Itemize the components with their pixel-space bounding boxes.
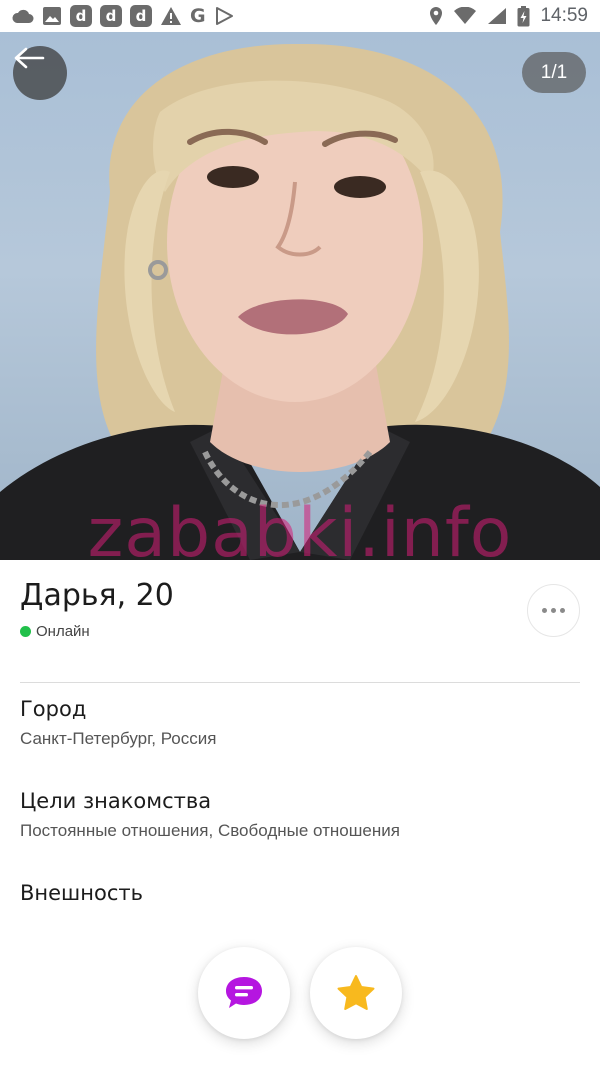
section-dating-goals: Цели знакомства Постоянные отношения, Св…	[20, 789, 580, 841]
section-city: Город Санкт-Петербург, Россия	[20, 697, 580, 749]
cloud-icon	[12, 5, 34, 27]
profile-header: Дарья, 20 Онлайн	[20, 578, 580, 640]
divider	[20, 682, 580, 683]
section-title: Цели знакомства	[20, 789, 212, 813]
section-title: Город	[20, 697, 87, 721]
d-app-icon: d	[100, 5, 122, 27]
profile-photo-illustration	[0, 43, 600, 560]
back-button[interactable]	[13, 46, 67, 100]
online-status: Онлайн	[20, 623, 580, 640]
photo-counter: 1/1	[522, 52, 586, 93]
section-value: Санкт-Петербург, Россия	[20, 729, 217, 748]
status-bar: d d d G 14:59	[0, 0, 600, 32]
warning-icon	[160, 5, 182, 27]
more-dots-icon	[542, 608, 565, 613]
wifi-icon	[453, 5, 477, 27]
more-options-button[interactable]	[527, 584, 580, 637]
message-button[interactable]	[198, 947, 290, 1039]
online-status-label: Онлайн	[36, 623, 90, 640]
profile-name: Дарья, 20	[20, 578, 174, 613]
d-app-icon: d	[130, 5, 152, 27]
clock: 14:59	[540, 5, 588, 26]
online-dot-icon	[20, 626, 31, 637]
image-icon	[42, 5, 62, 27]
chat-bubble-icon	[226, 977, 262, 1008]
d-app-icon: d	[70, 5, 92, 27]
section-value: Постоянные отношения, Свободные отношени…	[20, 821, 400, 840]
profile-photo[interactable]: 1/1 zababki.info	[0, 32, 600, 560]
section-title: Внешность	[20, 881, 144, 905]
profile-screen: d d d G 14:59 1/1 zababki.info Дарья, 20…	[0, 0, 600, 1067]
arrow-left-icon	[14, 47, 45, 69]
watermark: zababki.info	[87, 494, 513, 561]
section-appearance: Внешность	[20, 881, 580, 905]
star-icon	[337, 975, 375, 1010]
favorite-button[interactable]	[310, 947, 402, 1039]
play-icon	[214, 5, 234, 27]
g-icon: G	[190, 5, 206, 27]
signal-icon	[487, 5, 507, 27]
battery-charging-icon	[517, 5, 530, 27]
location-icon	[429, 5, 443, 27]
